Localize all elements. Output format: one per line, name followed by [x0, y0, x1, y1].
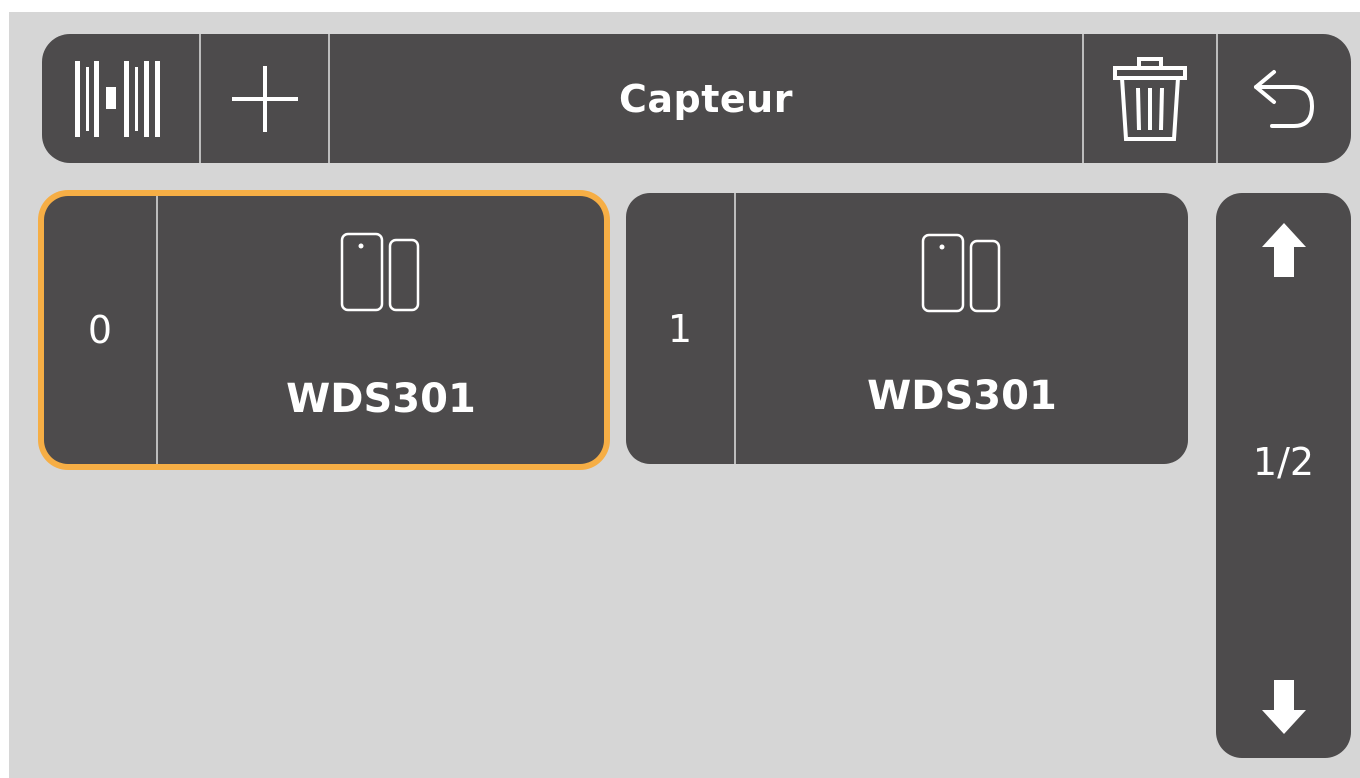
sensor-name: WDS301	[867, 373, 1057, 419]
sensor-card-body: WDS301	[736, 193, 1188, 464]
page-indicator: 1/2	[1252, 440, 1315, 484]
top-bar: Capteur	[42, 34, 1351, 163]
arrow-up-icon[interactable]	[1260, 221, 1308, 279]
back-arrow-icon	[1253, 69, 1314, 128]
title-area: Capteur	[330, 34, 1082, 163]
trash-icon	[1113, 56, 1187, 141]
sensor-index: 0	[87, 308, 113, 352]
back-button[interactable]	[1218, 34, 1351, 163]
sensor-card-1[interactable]: 1 WDS301	[626, 193, 1188, 464]
page-scroller: 1/2	[1216, 193, 1351, 758]
sensor-card-body: WDS301	[158, 196, 604, 464]
sensor-name: WDS301	[286, 376, 476, 422]
sensor-card-0[interactable]: 0 WDS301	[44, 196, 604, 464]
add-button[interactable]	[201, 34, 328, 163]
barcode-icon	[74, 60, 160, 137]
door-window-sensor-icon	[340, 232, 420, 312]
door-window-sensor-icon	[921, 233, 1001, 313]
arrow-down-icon[interactable]	[1260, 678, 1308, 736]
sensor-index: 1	[667, 306, 693, 351]
barcode-button[interactable]	[42, 34, 199, 163]
page-title: Capteur	[619, 76, 793, 121]
plus-icon	[231, 65, 298, 132]
delete-button[interactable]	[1084, 34, 1216, 163]
